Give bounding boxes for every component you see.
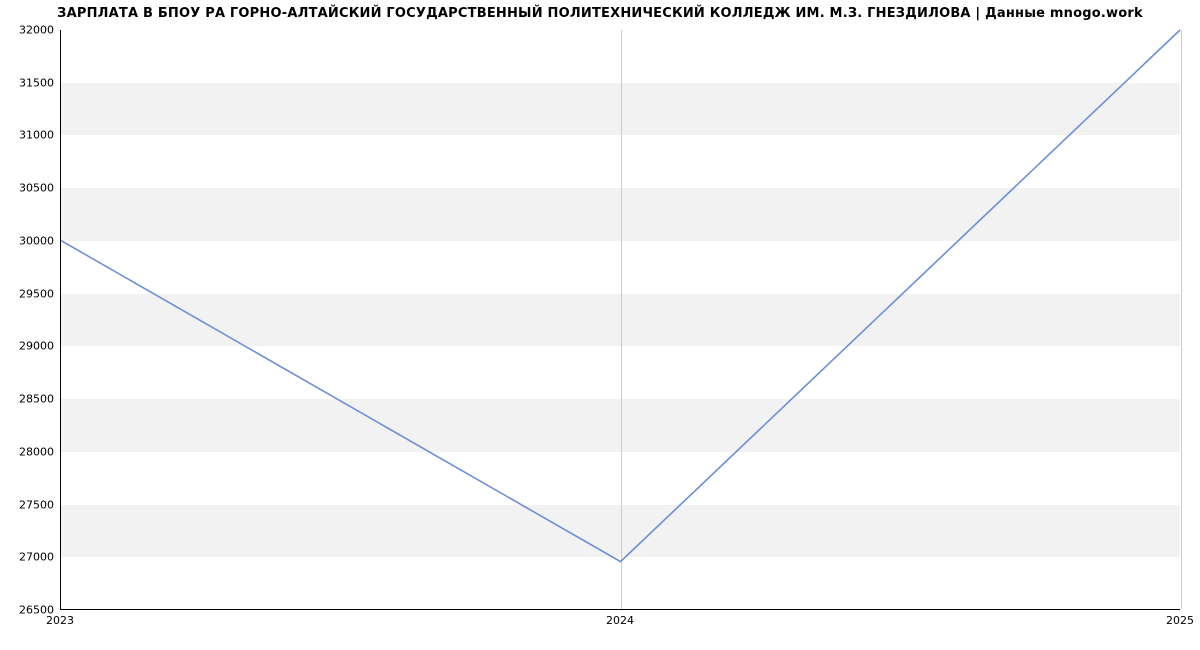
- y-tick-label: 29500: [14, 287, 54, 300]
- x-gridline: [1181, 30, 1182, 609]
- y-tick-label: 31000: [14, 129, 54, 142]
- y-tick-label: 30500: [14, 182, 54, 195]
- x-tick-label: 2023: [46, 614, 74, 627]
- y-tick-label: 28000: [14, 445, 54, 458]
- plot-area: [60, 30, 1180, 610]
- y-tick-label: 28500: [14, 393, 54, 406]
- x-tick-label: 2025: [1166, 614, 1194, 627]
- x-tick-label: 2024: [606, 614, 634, 627]
- line-series: [61, 30, 1180, 609]
- y-tick-label: 31500: [14, 76, 54, 89]
- y-tick-label: 32000: [14, 24, 54, 37]
- y-tick-label: 30000: [14, 234, 54, 247]
- data-line: [61, 30, 1180, 562]
- y-tick-label: 27500: [14, 498, 54, 511]
- y-tick-label: 29000: [14, 340, 54, 353]
- chart: ЗАРПЛАТА В БПОУ РА ГОРНО-АЛТАЙСКИЙ ГОСУД…: [0, 0, 1200, 650]
- y-tick-label: 27000: [14, 551, 54, 564]
- chart-title: ЗАРПЛАТА В БПОУ РА ГОРНО-АЛТАЙСКИЙ ГОСУД…: [0, 6, 1200, 21]
